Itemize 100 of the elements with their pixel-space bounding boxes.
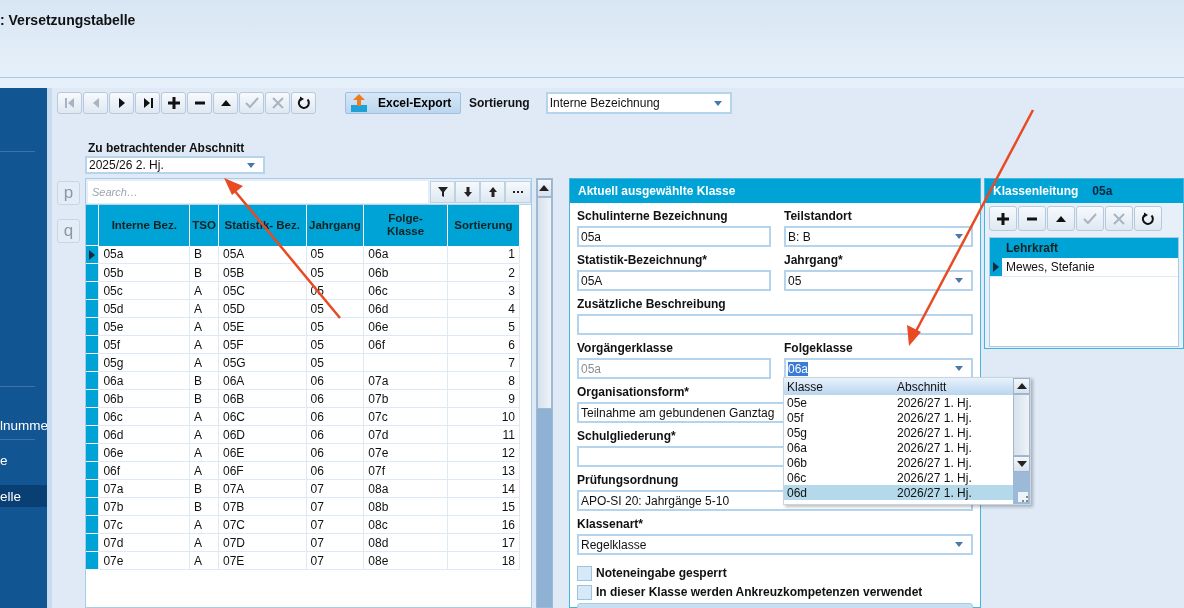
column-header[interactable]: Jahrgang	[306, 205, 364, 246]
table-cell: 07a	[368, 373, 389, 388]
table-cell: 05	[310, 265, 324, 280]
table-cell: 06b	[103, 391, 124, 406]
table-cell: 06e	[368, 319, 389, 334]
add-button[interactable]	[161, 92, 186, 114]
table-cell: 3	[508, 283, 515, 298]
scrollbar[interactable]	[535, 178, 553, 608]
scroll-thumb[interactable]	[1013, 394, 1030, 456]
refresh-button[interactable]	[291, 92, 316, 114]
table-cell: 06c	[368, 283, 388, 298]
row-indicator[interactable]	[86, 245, 99, 264]
x-icon	[270, 96, 285, 110]
section-value: 2025/26 2. Hj.	[89, 158, 164, 172]
table-cell: 06b	[368, 265, 389, 280]
table-cell: 15	[501, 499, 515, 514]
last-button[interactable]	[135, 92, 160, 114]
table-cell: 07f	[368, 463, 385, 478]
field-label: Klassenart*	[577, 516, 644, 533]
field-label: Teilstandort	[784, 208, 852, 225]
table-cell: 06	[310, 445, 324, 460]
table-cell: B	[194, 373, 203, 388]
checkbox-label: Noteneingabe gesperrt	[596, 566, 727, 580]
dropdown-option[interactable]: 06b 2026/27 1. Hj.	[784, 455, 1013, 470]
table-cell: 6	[508, 337, 515, 352]
table-cell: B	[194, 265, 203, 280]
table-cell: A	[194, 301, 203, 316]
sidebar-item[interactable]: elle	[0, 485, 47, 507]
field-label: Organisationsform*	[577, 384, 690, 401]
field-label: Zusätzliche Beschreibung	[577, 296, 726, 313]
column-header[interactable]: Sortierung	[447, 205, 520, 246]
table-cell: 9	[508, 391, 515, 406]
input-field[interactable]: 05a	[577, 226, 771, 247]
next-button[interactable]	[109, 92, 134, 114]
column-header[interactable]: TSO	[189, 205, 219, 246]
filter-icon	[436, 185, 449, 198]
table-cell: 05	[310, 337, 324, 352]
refresh-button[interactable]	[1134, 206, 1162, 231]
table-cell: 07A	[222, 481, 245, 496]
dropdown-field[interactable]: 05	[784, 270, 973, 291]
search-field[interactable]: Search…	[88, 180, 428, 203]
input-field[interactable]	[577, 314, 973, 335]
sort-down-button[interactable]	[455, 180, 481, 203]
table-cell: 07	[310, 553, 324, 568]
table-cell: 05g	[103, 355, 124, 370]
remove-button[interactable]	[1018, 206, 1046, 231]
table-cell: 06f	[103, 463, 121, 478]
excel-export-button[interactable]: Excel-Export	[345, 92, 461, 114]
dropdown-field[interactable]: B: B	[784, 226, 973, 247]
field-value: B: B	[788, 229, 811, 244]
section-dropdown[interactable]: 2025/26 2. Hj.	[85, 156, 265, 174]
table-cell: A	[194, 427, 203, 442]
scrollbar[interactable]	[1013, 378, 1030, 504]
column-header[interactable]: Folge- Klasse	[363, 205, 448, 246]
table-cell: 08e	[368, 553, 389, 568]
dropdown-option[interactable]: 06c 2026/27 1. Hj.	[784, 470, 1013, 485]
field-value: 05	[788, 273, 802, 288]
plus-icon	[996, 211, 1010, 226]
dropdown-field[interactable]: Regelklasse	[577, 534, 973, 555]
table-cell: 07	[310, 517, 324, 532]
dropdown-option[interactable]: 05g 2026/27 1. Hj.	[784, 425, 1013, 440]
remove-button[interactable]	[187, 92, 212, 114]
table-cell: 08b	[368, 499, 389, 514]
table-cell: 05D	[222, 301, 245, 316]
up-button[interactable]	[213, 92, 238, 114]
table-cell: A	[194, 319, 203, 334]
table-cell: 05C	[222, 283, 245, 298]
section-label: Zu betrachtender Abschnitt	[88, 141, 246, 155]
table-cell: 17	[501, 535, 515, 550]
down-arrow-icon	[461, 185, 474, 198]
resize-grip-icon[interactable]	[1018, 492, 1028, 502]
current-row-icon	[89, 249, 96, 260]
scroll-thumb[interactable]	[536, 197, 552, 409]
table-cell: 10	[501, 409, 515, 424]
table-cell: 06a	[103, 373, 124, 388]
sidebar-item[interactable]: lnumme	[0, 387, 47, 439]
checkbox[interactable]	[577, 565, 592, 581]
window-title: : Versetzungstabelle	[0, 12, 136, 28]
scroll-up-icon	[1016, 383, 1027, 389]
field-label: Jahrgang*	[784, 252, 843, 269]
dropdown-option[interactable]: 06a 2026/27 1. Hj.	[784, 440, 1013, 455]
input-field[interactable]: 05A	[577, 270, 771, 291]
add-button[interactable]	[989, 206, 1017, 231]
sidebar-item[interactable]: e	[0, 440, 47, 480]
sort-dropdown[interactable]: Interne Bezeichnung	[545, 92, 732, 114]
table-cell: 05	[310, 319, 324, 334]
up-button[interactable]	[480, 180, 506, 203]
table-cell: 8	[508, 373, 515, 388]
dropdown-option[interactable]: 06d 2026/27 1. Hj.	[784, 485, 1013, 500]
checkbox[interactable]	[577, 584, 592, 600]
column-header[interactable]: Interne Bez.	[98, 205, 190, 246]
table-cell: 06a	[368, 247, 389, 262]
filter-button[interactable]	[429, 180, 456, 203]
table-cell: 06F	[222, 463, 244, 478]
table-cell: 08d	[368, 535, 389, 550]
table-cell: 07c	[103, 517, 123, 532]
up-button[interactable]	[1047, 206, 1075, 231]
table-cell: 06A	[222, 373, 245, 388]
table-cell: 05f	[103, 337, 121, 352]
table-cell: 06	[310, 391, 324, 406]
